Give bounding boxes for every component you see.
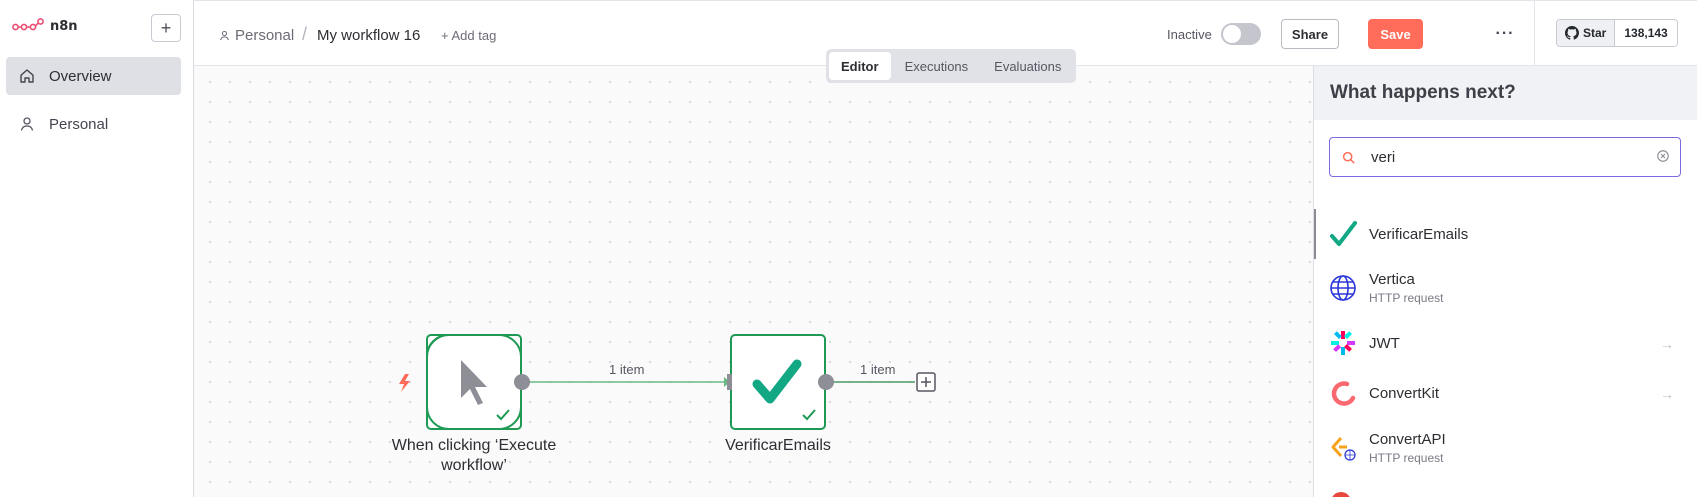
result-name: Vertica bbox=[1369, 271, 1415, 288]
node-label: VerificarEmails bbox=[725, 437, 831, 454]
sidebar-item-overview[interactable]: Overview bbox=[6, 57, 181, 95]
clear-search-icon[interactable] bbox=[1656, 149, 1670, 163]
active-status-label: Inactive bbox=[1167, 27, 1212, 42]
github-star-count[interactable]: 138,143 bbox=[1615, 20, 1677, 46]
convertkit-icon bbox=[1329, 379, 1357, 407]
result-item-convertapi[interactable]: ConvertAPI HTTP request bbox=[1314, 423, 1697, 473]
result-name: VerificarEmails bbox=[1369, 225, 1469, 243]
result-subtitle: HTTP request bbox=[1369, 451, 1444, 465]
workflow-graph bbox=[399, 334, 936, 430]
arrow-right-icon: → bbox=[1660, 336, 1674, 352]
node-label-line: When clicking ‘Execute bbox=[391, 437, 557, 454]
header-divider bbox=[1534, 1, 1535, 67]
sidebar-item-label: Overview bbox=[49, 67, 112, 85]
node-output-handle[interactable] bbox=[818, 374, 834, 390]
share-button[interactable]: Share bbox=[1281, 19, 1339, 49]
brand-name: n8n bbox=[50, 18, 78, 34]
sidebar: n8n + Overview Personal bbox=[0, 0, 194, 497]
search-icon bbox=[1342, 151, 1355, 164]
result-item-vertica[interactable]: Vertica HTTP request bbox=[1314, 263, 1697, 313]
github-star-label: Star bbox=[1583, 26, 1607, 40]
github-star-button[interactable]: Star 138,143 bbox=[1556, 19, 1678, 47]
result-name: ConvertAPI bbox=[1369, 431, 1446, 448]
node-output-handle[interactable] bbox=[514, 374, 530, 390]
node-manual-trigger[interactable] bbox=[426, 334, 522, 430]
sidebar-item-label: Personal bbox=[49, 115, 109, 133]
result-name: JWT bbox=[1369, 334, 1400, 352]
globe-icon bbox=[1329, 274, 1357, 302]
jwt-icon bbox=[1329, 329, 1357, 357]
convertapi-icon bbox=[1329, 434, 1357, 462]
node-creator-panel: What happens next? veri VerificarEmails bbox=[1313, 66, 1697, 497]
new-item-button[interactable]: + bbox=[151, 14, 181, 42]
result-name: ConvertKit bbox=[1369, 384, 1440, 402]
result-item-jwt[interactable]: JWT → bbox=[1314, 318, 1697, 368]
breadcrumb-owner-label: Personal bbox=[235, 27, 295, 44]
node-label: When clicking ‘Execute workflow’ bbox=[374, 436, 574, 476]
search-value: veri bbox=[1371, 148, 1396, 166]
github-icon bbox=[1565, 26, 1579, 40]
home-icon bbox=[20, 69, 34, 83]
checkmark-icon bbox=[1329, 220, 1357, 248]
breadcrumb-separator: / bbox=[302, 24, 308, 44]
github-star-left[interactable]: Star bbox=[1557, 20, 1616, 46]
save-button[interactable]: Save bbox=[1368, 19, 1423, 49]
add-node-button[interactable] bbox=[916, 372, 936, 392]
sidebar-item-personal[interactable]: Personal bbox=[6, 105, 181, 143]
result-subtitle: HTTP request bbox=[1369, 291, 1444, 305]
brand-logo[interactable]: n8n bbox=[12, 18, 78, 34]
partial-result-icon bbox=[1331, 492, 1351, 497]
node-verificaremails[interactable] bbox=[730, 334, 826, 430]
search-input[interactable]: veri bbox=[1329, 137, 1681, 177]
node-input-handle[interactable] bbox=[727, 374, 732, 390]
connection-label: 1 item bbox=[860, 362, 896, 377]
workflow-name[interactable]: My workflow 16 bbox=[317, 27, 420, 44]
workflow-canvas[interactable]: Editor Executions Evaluations 1 item 1 i… bbox=[194, 49, 1313, 497]
breadcrumb-owner[interactable]: Personal bbox=[219, 27, 294, 44]
active-toggle[interactable] bbox=[1221, 23, 1261, 45]
result-item-verificaremails[interactable]: VerificarEmails bbox=[1314, 209, 1697, 259]
user-icon bbox=[220, 30, 229, 41]
node-label-line: workflow’ bbox=[441, 457, 507, 474]
arrow-right-icon: → bbox=[1660, 386, 1674, 402]
panel-title: What happens next? bbox=[1314, 66, 1697, 120]
user-icon bbox=[20, 117, 34, 131]
more-options-button[interactable]: ··· bbox=[1492, 19, 1518, 49]
add-tag-button[interactable]: + Add tag bbox=[441, 28, 496, 43]
n8n-logo-icon bbox=[12, 18, 44, 31]
trigger-bolt-icon bbox=[399, 374, 410, 392]
result-item-convertkit[interactable]: ConvertKit → bbox=[1314, 368, 1697, 418]
connection-label: 1 item bbox=[609, 362, 645, 377]
